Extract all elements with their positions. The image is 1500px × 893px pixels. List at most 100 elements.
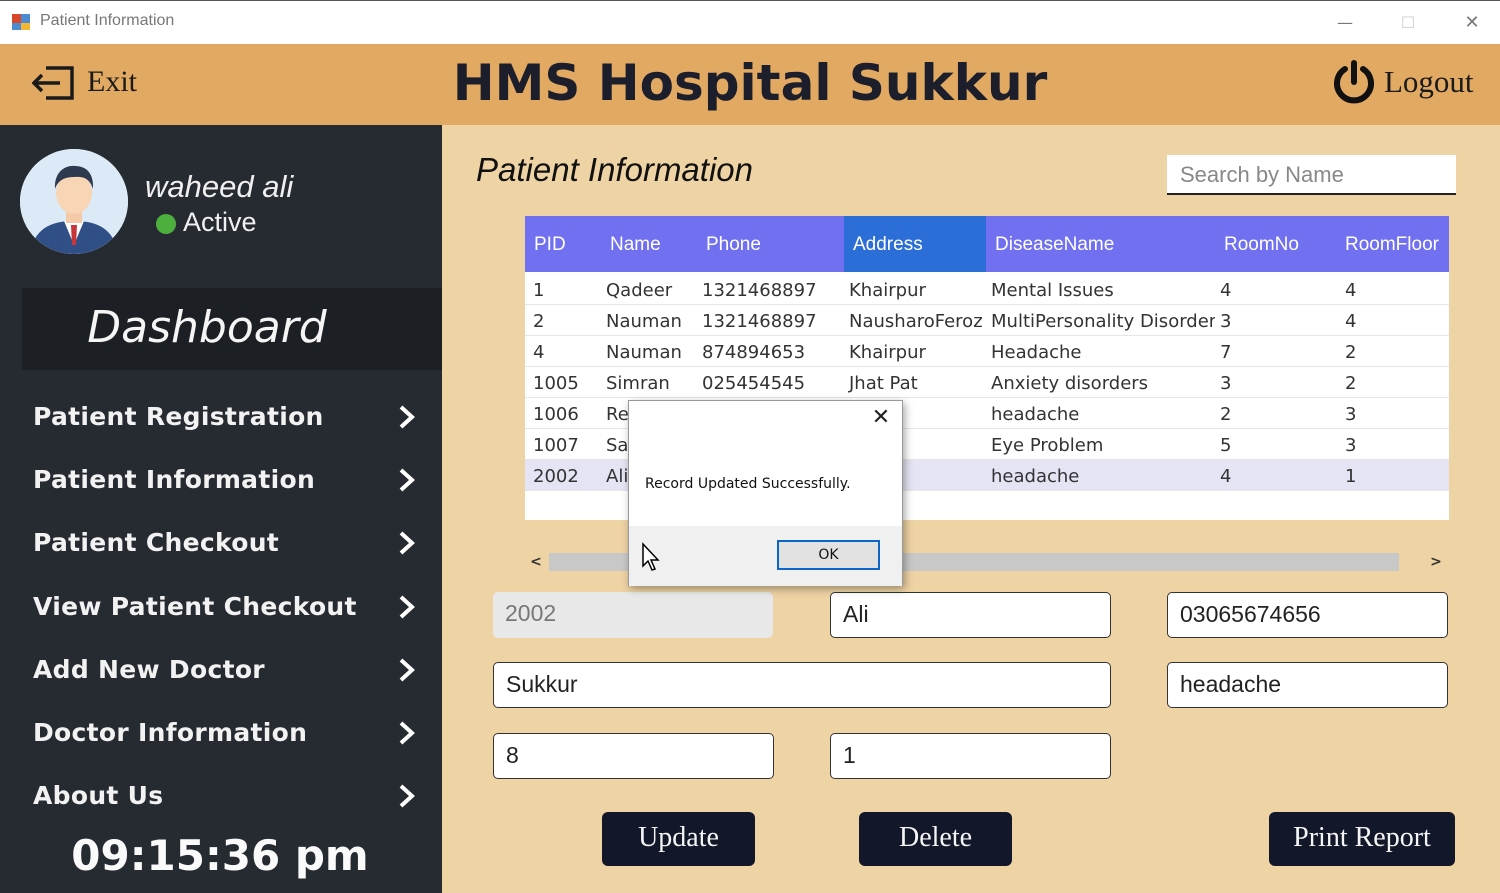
nav-about-us[interactable]: About Us [0,769,442,825]
column-header-pid[interactable]: PID [525,216,601,272]
cell-pid[interactable]: 1006 [525,398,601,429]
room-no-field[interactable]: 8 [493,733,774,779]
cell-roomno[interactable]: 2 [1215,398,1335,429]
nav-label: About Us [33,781,164,810]
close-window-button[interactable]: ✕ [1449,7,1495,39]
cell-pid[interactable]: 2002 [525,460,601,491]
cell-disease[interactable]: headache [986,460,1215,491]
cell-address[interactable]: Jhat Pat [844,367,986,398]
cell-roomno[interactable]: 3 [1215,367,1335,398]
cell-disease[interactable]: MultiPersonality Disorder [986,305,1215,336]
status-indicator-icon [156,214,176,234]
cell-phone[interactable]: 1321468897 [697,274,844,305]
table-row[interactable]: 1 Qadeer 1321468897 Khairpur Mental Issues 4 4 [525,274,1449,305]
nav-doctor-information[interactable]: Doctor Information [0,706,442,762]
user-status: Active [183,207,257,237]
nav-patient-registration[interactable]: Patient Registration [0,390,442,446]
cell-roomfloor[interactable]: 2 [1335,336,1449,367]
app-header: Exit HMS Hospital Sukkur Logout [0,44,1500,125]
cell-pid[interactable]: 1005 [525,367,601,398]
cell-roomno[interactable]: 7 [1215,336,1335,367]
cell-phone[interactable]: 025454545 [697,367,844,398]
dashboard-panel[interactable]: Dashboard [22,288,442,370]
print-report-button[interactable]: Print Report [1269,812,1455,866]
column-header-name[interactable]: Name [601,216,697,272]
nav-view-patient-checkout[interactable]: View Patient Checkout [0,580,442,636]
name-field[interactable]: Ali [830,592,1111,638]
cell-disease[interactable]: Eye Problem [986,429,1215,460]
grid-header: PID Name Phone Address DiseaseName RoomN… [525,216,1449,272]
logout-label: Logout [1384,64,1474,99]
chevron-right-icon [399,405,415,429]
scroll-right-icon[interactable]: > [1425,551,1447,573]
cell-disease[interactable]: Headache [986,336,1215,367]
cell-pid[interactable]: 1007 [525,429,601,460]
disease-field[interactable]: headache [1167,662,1448,708]
window-title: Patient Information [40,12,175,29]
chevron-right-icon [399,468,415,492]
cell-roomfloor[interactable]: 4 [1335,274,1449,305]
dialog-footer: OK [629,526,902,586]
nav-patient-information[interactable]: Patient Information [0,453,442,509]
search-input[interactable]: Search by Name [1167,155,1456,195]
clock: 09:15:36 pm [71,831,369,880]
cell-roomno[interactable]: 4 [1215,460,1335,491]
table-row[interactable]: 1005 Simran 025454545 Jhat Pat Anxiety disor… [525,367,1449,398]
cell-roomfloor[interactable]: 3 [1335,429,1449,460]
cell-roomfloor[interactable]: 1 [1335,460,1449,491]
minimize-button[interactable]: — [1322,7,1368,39]
delete-button[interactable]: Delete [859,812,1012,866]
column-header-disease[interactable]: DiseaseName [986,216,1215,272]
cell-disease[interactable]: Anxiety disorders [986,367,1215,398]
cell-disease[interactable]: headache [986,398,1215,429]
room-floor-field[interactable]: 1 [830,733,1111,779]
scroll-left-icon[interactable]: < [525,551,547,573]
logout-button[interactable]: Logout [1332,58,1492,104]
cell-name[interactable]: Simran [601,367,697,398]
column-header-roomno[interactable]: RoomNo [1215,216,1335,272]
dialog-message: Record Updated Successfully. [645,476,851,492]
cell-roomfloor[interactable]: 2 [1335,367,1449,398]
message-dialog: ✕ Record Updated Successfully. OK [628,400,903,586]
nav-label: Patient Information [33,465,316,494]
column-header-phone[interactable]: Phone [697,216,844,272]
address-field[interactable]: Sukkur [493,662,1111,708]
chevron-right-icon [399,658,415,682]
table-row[interactable]: 4 Nauman 874894653 Khairpur Headache 7 2 [525,336,1449,367]
cell-phone[interactable]: 874894653 [697,336,844,367]
dialog-close-button[interactable]: ✕ [870,407,892,429]
cell-address[interactable]: Khairpur [844,274,986,305]
mouse-cursor-icon [642,542,660,571]
cell-roomfloor[interactable]: 4 [1335,305,1449,336]
cell-name[interactable]: Qadeer [601,274,697,305]
maximize-button[interactable]: ☐ [1385,7,1431,39]
chevron-right-icon [399,721,415,745]
cell-roomno[interactable]: 5 [1215,429,1335,460]
cell-name[interactable]: Nauman [601,305,697,336]
nav-patient-checkout[interactable]: Patient Checkout [0,516,442,572]
cell-address[interactable]: NausharoFeroz [844,305,986,336]
cell-pid[interactable]: 1 [525,274,601,305]
page-title: Patient Information [476,151,753,188]
phone-field[interactable]: 03065674656 [1167,592,1448,638]
cell-pid[interactable]: 2 [525,305,601,336]
column-header-roomfloor[interactable]: RoomFloor [1335,216,1449,272]
cell-pid[interactable]: 4 [525,336,601,367]
cell-disease[interactable]: Mental Issues [986,274,1215,305]
table-row[interactable]: 2 Nauman 1321468897 NausharoFeroz MultiPerso… [525,305,1449,336]
cell-roomno[interactable]: 4 [1215,274,1335,305]
nav-label: Doctor Information [33,718,308,747]
ok-button[interactable]: OK [777,540,880,570]
window-title-bar: Patient Information — ☐ ✕ [0,0,1500,44]
cell-name[interactable]: Nauman [601,336,697,367]
user-avatar-icon [20,149,128,254]
cell-address[interactable]: Khairpur [844,336,986,367]
cell-roomno[interactable]: 3 [1215,305,1335,336]
nav-add-new-doctor[interactable]: Add New Doctor [0,643,442,699]
user-name: waheed ali [145,169,294,204]
chevron-right-icon [399,531,415,555]
update-button[interactable]: Update [602,812,755,866]
column-header-address[interactable]: Address [844,216,986,272]
cell-phone[interactable]: 1321468897 [697,305,844,336]
cell-roomfloor[interactable]: 3 [1335,398,1449,429]
